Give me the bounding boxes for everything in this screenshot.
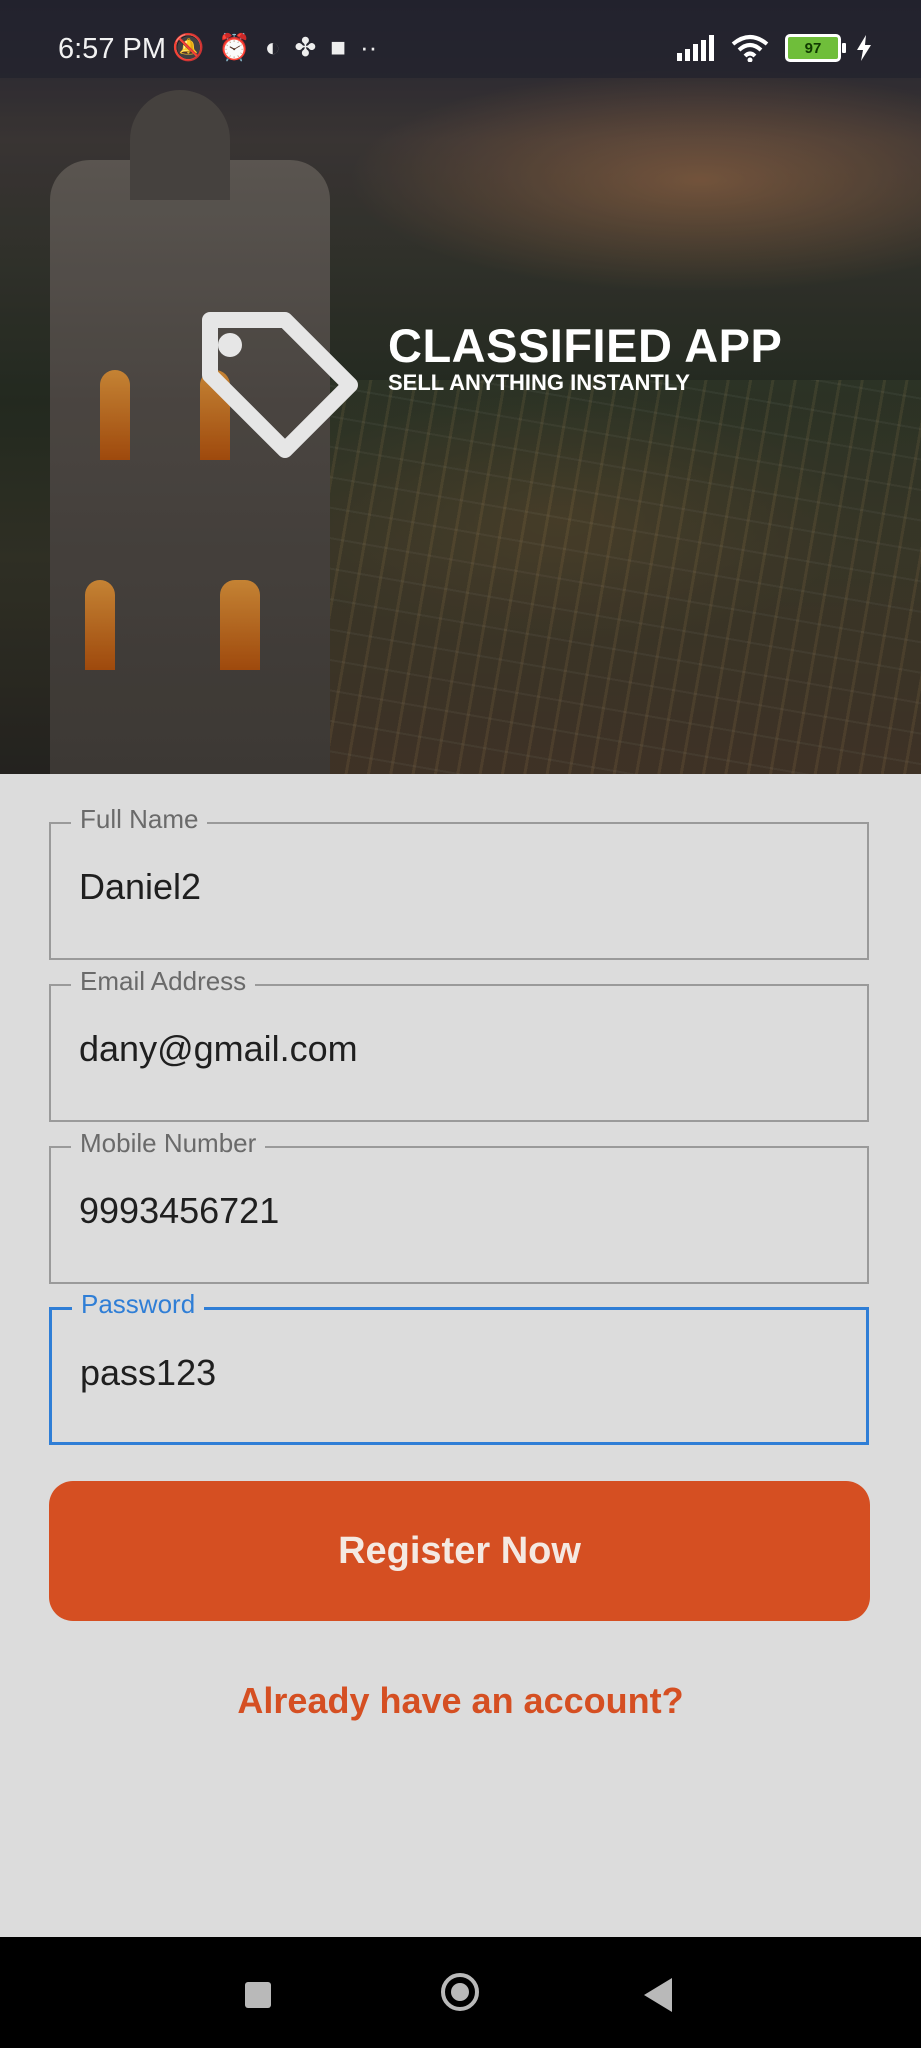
charging-icon bbox=[857, 35, 871, 61]
battery-level: 97 bbox=[804, 39, 822, 57]
mute-icon: 🔕 bbox=[172, 32, 205, 62]
app-title: CLASSIFIED APP bbox=[388, 319, 783, 372]
password-field[interactable]: Password pass123 bbox=[49, 1289, 869, 1445]
full-name-value: Daniel2 bbox=[79, 866, 202, 907]
battery-icon: 97 bbox=[785, 34, 846, 62]
full-name-field[interactable]: Full Name Daniel2 bbox=[49, 804, 869, 960]
fan-icon: ✤ bbox=[294, 32, 317, 62]
price-tag-icon bbox=[202, 312, 358, 458]
password-value: pass123 bbox=[80, 1352, 217, 1393]
wifi-icon bbox=[731, 35, 769, 62]
register-now-button[interactable]: Register Now bbox=[49, 1481, 870, 1621]
status-icons-right: 97 bbox=[677, 34, 871, 62]
status-time: 6:57 PM bbox=[58, 33, 166, 65]
mobile-number-field[interactable]: Mobile Number 9993456721 bbox=[49, 1128, 869, 1284]
video-icon: ■ bbox=[330, 32, 346, 62]
email-label: Email Address bbox=[71, 966, 256, 997]
app-subtitle: SELL ANYTHING INSTANTLY bbox=[388, 370, 690, 395]
status-bar: 6:57 PM 🔕 ⏰ ◐ ✤ ■ ·· 97 bbox=[0, 0, 921, 78]
already-have-account-link[interactable]: Already have an account? bbox=[0, 1680, 921, 1722]
hero-banner: CLASSIFIED APP SELL ANYTHING INSTANTLY bbox=[0, 0, 921, 774]
back-triangle-icon[interactable] bbox=[644, 1978, 672, 2012]
navigation-bar bbox=[0, 1937, 921, 2048]
password-label: Password bbox=[72, 1289, 205, 1320]
email-value: dany@gmail.com bbox=[79, 1028, 358, 1069]
mobile-number-value: 9993456721 bbox=[79, 1190, 280, 1231]
status-icons-left: 🔕 ⏰ ◐ ✤ ■ ·· bbox=[172, 34, 377, 60]
mobile-number-label: Mobile Number bbox=[71, 1128, 266, 1159]
alarm-icon: ⏰ bbox=[218, 32, 251, 62]
email-field[interactable]: Email Address dany@gmail.com bbox=[49, 966, 869, 1122]
signal-icon bbox=[677, 35, 714, 61]
recents-square-icon[interactable] bbox=[245, 1982, 271, 2008]
full-name-label: Full Name bbox=[71, 804, 208, 835]
app-notification-icon: ◐ bbox=[264, 32, 281, 62]
home-circle-icon[interactable] bbox=[441, 1973, 479, 2011]
more-dots-icon: ·· bbox=[359, 32, 378, 62]
